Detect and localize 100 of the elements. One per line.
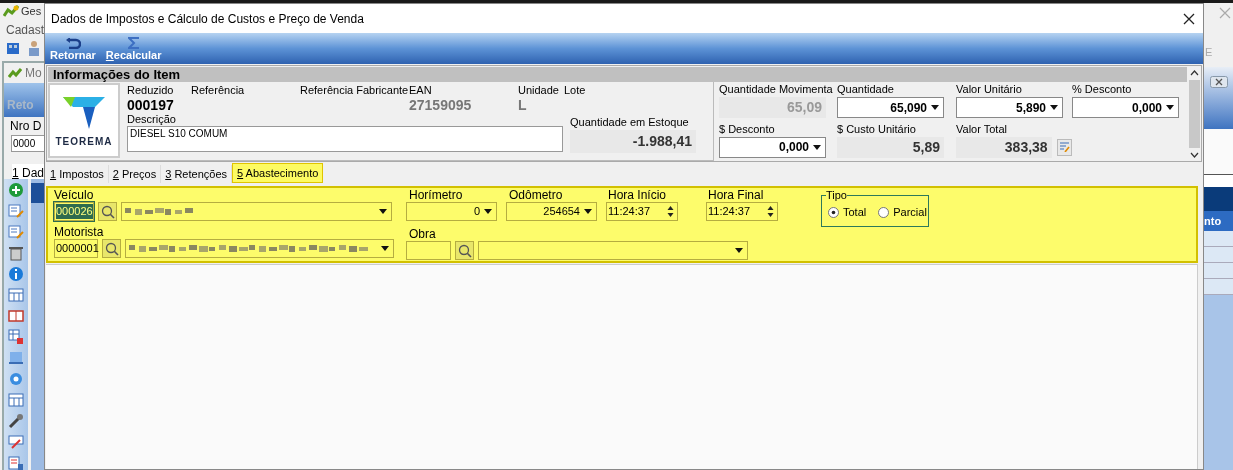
edit-icon	[8, 202, 24, 219]
section-header: Informações do Item	[48, 67, 1187, 82]
add-icon	[8, 181, 24, 198]
field-label: Hora Início	[607, 189, 668, 202]
toolbar-button[interactable]: Recalcular	[105, 37, 162, 62]
readonly-field: 383,38	[956, 136, 1052, 158]
dropdown-field[interactable]: 0,000	[719, 136, 826, 158]
field-label: Hora Final	[707, 189, 765, 202]
field-label: Valor Unitário	[956, 83, 1023, 96]
field-label: EAN	[409, 84, 433, 96]
tab-strip	[1204, 175, 1233, 187]
field-label: Quantidade	[837, 83, 895, 96]
readonly-field: 5,89	[837, 136, 944, 158]
field-label: Lote	[564, 84, 587, 96]
menu-item[interactable]: Cadast	[0, 19, 44, 40]
time-field[interactable]: 11:24:37	[606, 202, 678, 221]
readonly-field: 65,09	[719, 97, 826, 118]
caret-icon	[1049, 104, 1059, 111]
search-button[interactable]	[102, 239, 121, 258]
caret-icon	[380, 245, 390, 252]
dropdown-field[interactable]: 254654	[506, 202, 597, 221]
field-label: Descrição	[127, 113, 177, 125]
toolbar-button[interactable]: Retornar	[50, 38, 96, 62]
logo-text: TEOREMA	[55, 134, 113, 149]
tool-icon	[8, 412, 24, 429]
tab[interactable]: 5 Abastecimento	[232, 163, 324, 183]
table-cell	[1204, 231, 1233, 247]
tab[interactable]: 1 Dad	[12, 163, 44, 179]
app-icon	[8, 66, 22, 79]
dropdown-field[interactable]	[121, 202, 392, 221]
caret-icon	[483, 208, 493, 215]
field-label: Odômetro	[508, 189, 564, 202]
caret-icon	[583, 208, 593, 215]
edit-icon	[1058, 142, 1070, 152]
readonly-field: -1.988,41	[570, 130, 696, 153]
dropdown-field[interactable]	[125, 239, 394, 258]
dropdown-field[interactable]: 65,090	[837, 97, 944, 118]
radio-option[interactable]: Total	[828, 204, 867, 221]
input-field[interactable]: 0000	[11, 134, 44, 152]
spinner-icon	[767, 205, 774, 218]
caret-icon	[734, 247, 744, 254]
table-icon	[8, 286, 24, 303]
building-icon	[6, 40, 20, 55]
gear-icon	[8, 370, 24, 387]
dropdown-field[interactable]: 0	[406, 202, 497, 221]
list-icon	[8, 454, 24, 470]
table-cell	[1204, 279, 1233, 295]
field-label: $ Desconto	[719, 122, 776, 136]
field-label: $ Custo Unitário	[837, 122, 917, 136]
close-icon	[1183, 12, 1195, 25]
table-icon	[8, 391, 24, 408]
redaction-drawing	[125, 207, 195, 216]
field-label: Obra	[408, 228, 437, 241]
window-title: Ges	[21, 4, 42, 19]
search-icon	[100, 204, 115, 219]
scroll-up-icon	[1190, 70, 1199, 76]
dropdown-field[interactable]: 5,890	[956, 97, 1063, 118]
input-field[interactable]: 000026	[54, 202, 94, 221]
field-value: 000197	[127, 97, 175, 113]
field-label: Horímetro	[408, 189, 464, 202]
edit-icon	[8, 223, 24, 240]
trash-icon	[8, 244, 24, 261]
caret-icon	[1165, 104, 1175, 111]
text-area[interactable]: DIESEL S10 COMUM	[127, 126, 563, 152]
scroll-down-icon	[1190, 152, 1199, 158]
field-label: Motorista	[54, 226, 105, 239]
field-label: Valor Total	[956, 122, 1008, 136]
grid-header	[1204, 187, 1233, 211]
field-label: Quantidade Movimenta	[719, 83, 834, 96]
search-icon	[457, 243, 472, 258]
caret-icon	[812, 143, 822, 151]
close-icon	[1209, 76, 1228, 88]
column-header: nto	[1204, 211, 1233, 231]
dropdown-field[interactable]	[478, 241, 748, 260]
field-label: Referência	[191, 84, 246, 96]
table-cell	[1204, 247, 1233, 263]
pen-icon	[8, 433, 24, 450]
field-label: Unidade	[518, 84, 560, 96]
input-field[interactable]	[406, 241, 451, 260]
search-button[interactable]	[98, 202, 117, 221]
close-icon	[1219, 7, 1231, 19]
grid-icon	[8, 328, 24, 345]
field-label: Referência Fabricante	[300, 84, 409, 96]
input-field[interactable]: 0000001	[54, 239, 98, 258]
info-icon	[8, 265, 24, 282]
time-field[interactable]: 11:24:37	[706, 202, 778, 221]
field-label: Veículo	[54, 189, 95, 202]
table-cell	[1204, 263, 1233, 279]
group-label: Tipo	[826, 189, 847, 201]
edit-button[interactable]	[1056, 138, 1072, 156]
caret-icon	[930, 104, 940, 111]
search-button[interactable]	[455, 241, 474, 260]
field-label: Nro D	[9, 117, 43, 135]
field-label: % Desconto	[1072, 83, 1133, 96]
book-icon	[8, 307, 24, 324]
field-value: L	[518, 97, 528, 113]
person-icon	[28, 39, 40, 56]
dropdown-field[interactable]: 0,000	[1072, 97, 1179, 118]
radio-option[interactable]: Parcial	[878, 204, 927, 221]
search-icon	[104, 241, 119, 256]
